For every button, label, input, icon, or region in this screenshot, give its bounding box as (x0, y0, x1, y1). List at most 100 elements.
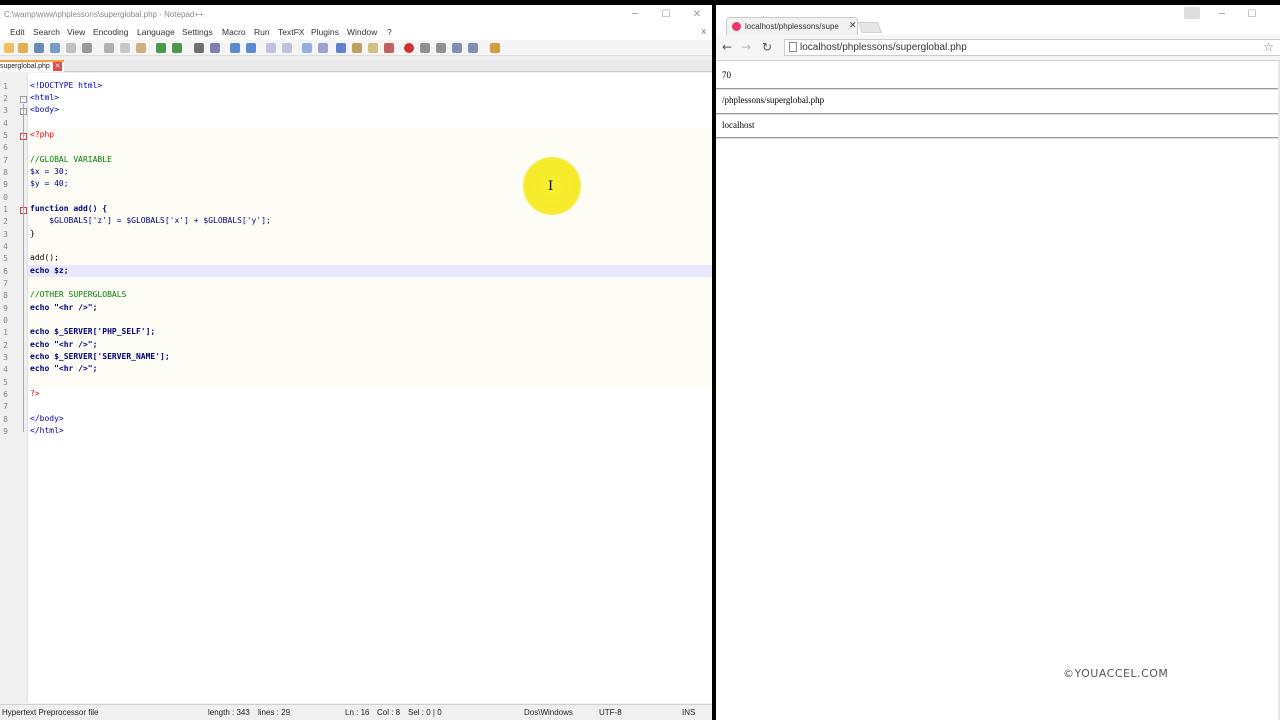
back-arrow-icon[interactable]: ← (722, 40, 732, 54)
menu-language[interactable]: Language (137, 27, 175, 37)
sync-horizontal-icon[interactable] (282, 43, 292, 53)
menu-bar: Edit Search View Encoding Language Setti… (0, 25, 712, 40)
status-eol: Dos\Windows (524, 708, 573, 717)
line-number: 2 (3, 217, 8, 226)
open-file-icon[interactable] (18, 43, 28, 53)
watermark: ©YOUACCEL.COM (1063, 667, 1169, 680)
line-number: 1 (3, 205, 8, 214)
current-line-highlight (28, 265, 712, 277)
save-macro-icon[interactable] (468, 43, 478, 53)
line-number: 8 (3, 291, 8, 300)
address-bar[interactable]: localhost/phplessons/superglobal.php ☆ (784, 39, 1280, 56)
browser-tab-strip: localhost/phplessons/superglobal.php ✕ ─… (716, 5, 1280, 35)
status-length: length : 343 (208, 708, 250, 717)
line-number: 7 (3, 279, 8, 288)
fold-marker-icon[interactable]: − (20, 96, 27, 103)
menu-settings[interactable]: Settings (182, 27, 213, 37)
maximize-button[interactable]: ☐ (655, 7, 677, 23)
bookmark-star-icon[interactable]: ☆ (1263, 40, 1274, 54)
sync-vertical-icon[interactable] (266, 43, 276, 53)
line-number: 7 (3, 402, 8, 411)
print-icon[interactable] (82, 43, 92, 53)
code-editor[interactable]: 1 2 3 4 5 6 7 8 9 0 1 2 3 4 5 6 7 8 9 0 … (0, 73, 712, 703)
code-line-12: $GLOBALS['z'] = $GLOBALS['x'] + $GLOBALS… (30, 216, 271, 225)
horizontal-rule (716, 88, 1280, 90)
menu-view[interactable]: View (67, 27, 85, 37)
close-document-icon[interactable]: x (702, 26, 707, 36)
title-bar[interactable]: C:\wamp\www\phplessons\superglobal.php -… (0, 5, 712, 25)
status-file-type: Hypertext Preprocessor file (2, 708, 99, 717)
new-file-icon[interactable] (4, 43, 14, 53)
forward-arrow-icon[interactable]: → (741, 40, 751, 54)
menu-run[interactable]: Run (254, 27, 270, 37)
menu-edit[interactable]: Edit (10, 27, 25, 37)
zoom-out-icon[interactable] (246, 43, 256, 53)
save-icon[interactable] (34, 43, 44, 53)
function-list-icon[interactable] (384, 43, 394, 53)
menu-encoding[interactable]: Encoding (93, 27, 128, 37)
close-button[interactable]: ✕ (686, 7, 708, 23)
menu-help[interactable]: ? (387, 27, 392, 37)
browser-tab-title: localhost/phplessons/superglobal.php (745, 22, 839, 31)
cut-icon[interactable] (104, 43, 114, 53)
menu-window[interactable]: Window (347, 27, 377, 37)
undo-icon[interactable] (156, 43, 166, 53)
plugin-icon[interactable] (490, 43, 500, 53)
document-tabs: superglobal.php ✕ (0, 60, 712, 72)
run-macro-multiple-icon[interactable] (452, 43, 462, 53)
minimize-button[interactable]: ─ (1211, 7, 1233, 23)
redo-icon[interactable] (172, 43, 182, 53)
code-line-23: echo $_SERVER['SERVER_NAME']; (30, 352, 170, 361)
fold-guide (23, 104, 24, 432)
menu-plugins[interactable]: Plugins (311, 27, 339, 37)
copy-icon[interactable] (120, 43, 130, 53)
window-title: C:\wamp\www\phplessons\superglobal.php -… (4, 10, 204, 19)
zoom-in-icon[interactable] (230, 43, 240, 53)
tab-close-icon[interactable]: ✕ (53, 62, 62, 71)
browser-toolbar: ← → ↻ localhost/phplessons/superglobal.p… (716, 35, 1280, 61)
show-all-chars-icon[interactable] (318, 43, 328, 53)
menu-textfx[interactable]: TextFX (278, 27, 304, 37)
line-number: 3 (3, 106, 8, 115)
minimize-button[interactable]: ─ (624, 7, 646, 23)
output-php-self: /phplessons/superglobal.php (722, 95, 825, 105)
line-number: 9 (3, 304, 8, 313)
line-number: 1 (3, 328, 8, 337)
code-line-15: add(); (30, 253, 59, 262)
browser-tab[interactable]: localhost/phplessons/superglobal.php ✕ (726, 17, 858, 35)
close-file-icon[interactable] (66, 43, 76, 53)
code-line-7: //GLOBAL VARIABLE (30, 155, 112, 164)
line-number: 6 (3, 390, 8, 399)
toolbar (0, 40, 712, 56)
word-wrap-icon[interactable] (302, 43, 312, 53)
line-number: 3 (3, 230, 8, 239)
reload-icon[interactable]: ↻ (762, 40, 772, 54)
new-tab-button[interactable] (857, 22, 883, 33)
code-line-5: <?php (30, 130, 55, 139)
code-line-29: </html> (30, 426, 64, 435)
tab-close-icon[interactable]: ✕ (849, 20, 857, 31)
udl-icon[interactable] (352, 43, 362, 53)
line-number: 1 (3, 82, 8, 91)
code-line-22: echo "<hr />"; (30, 340, 98, 349)
replace-icon[interactable] (210, 43, 220, 53)
php-block-highlight (28, 128, 712, 388)
line-number: 5 (3, 254, 8, 263)
status-encoding: UTF-8 (599, 708, 622, 717)
indent-guide-icon[interactable] (336, 43, 346, 53)
line-number: 4 (3, 119, 8, 128)
find-icon[interactable] (194, 43, 204, 53)
maximize-button[interactable]: ☐ (1241, 7, 1263, 23)
save-all-icon[interactable] (50, 43, 60, 53)
menu-search[interactable]: Search (33, 27, 60, 37)
play-macro-icon[interactable] (436, 43, 446, 53)
code-line-18: //OTHER SUPERGLOBALS (30, 290, 127, 299)
doc-map-icon[interactable] (368, 43, 378, 53)
menu-macro[interactable]: Macro (222, 27, 246, 37)
tab-superglobal[interactable]: superglobal.php ✕ (0, 60, 64, 72)
stop-macro-icon[interactable] (420, 43, 430, 53)
record-macro-icon[interactable] (404, 43, 414, 53)
profile-icon[interactable] (1184, 7, 1200, 19)
line-number: 0 (3, 193, 8, 202)
paste-icon[interactable] (136, 43, 146, 53)
